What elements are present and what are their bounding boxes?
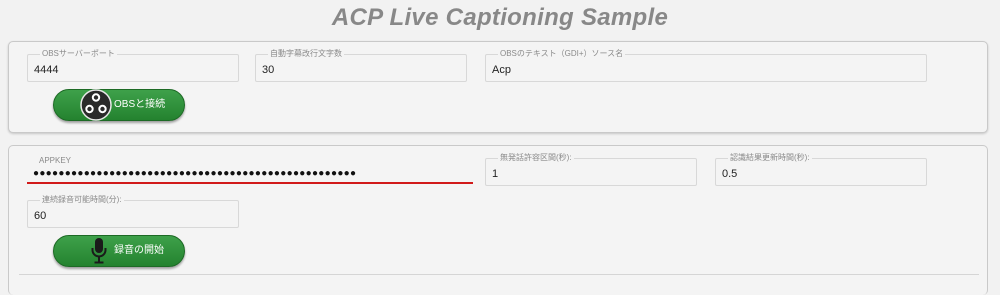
line-break-chars-value: 30: [262, 64, 275, 76]
obs-connect-label: OBSと接続: [114, 99, 166, 110]
obs-server-port-field[interactable]: OBSサーバーポート 4444: [27, 49, 239, 82]
obs-server-port-value: 4444: [34, 64, 59, 76]
obs-connect-button[interactable]: OBSと接続: [53, 89, 185, 121]
silence-interval-label: 無発話許容区間(秒):: [498, 153, 574, 163]
update-time-value: 0.5: [722, 168, 738, 180]
max-recording-time-value: 60: [34, 210, 47, 222]
update-time-field[interactable]: 認識結果更新時間(秒): 0.5: [715, 153, 927, 186]
appkey-field[interactable]: APPKEY ●●●●●●●●●●●●●●●●●●●●●●●●●●●●●●●●●…: [27, 156, 473, 184]
silence-interval-value: 1: [492, 168, 499, 180]
obs-server-port-label: OBSサーバーポート: [40, 49, 117, 59]
obs-text-source-value: Acp: [492, 64, 511, 76]
recognition-settings-panel: APPKEY ●●●●●●●●●●●●●●●●●●●●●●●●●●●●●●●●●…: [8, 145, 988, 295]
update-time-label: 認識結果更新時間(秒):: [728, 153, 812, 163]
obs-text-source-field[interactable]: OBSのテキスト（GDI+）ソース名 Acp: [485, 49, 927, 82]
appkey-masked-value: ●●●●●●●●●●●●●●●●●●●●●●●●●●●●●●●●●●●●●●●●…: [33, 168, 357, 179]
obs-settings-panel: OBSサーバーポート 4444 自動字幕改行文字数 30 OBSのテキスト（GD…: [8, 41, 988, 133]
silence-interval-field[interactable]: 無発話許容区間(秒): 1: [485, 153, 697, 186]
max-recording-time-label: 連続録音可能時間(分):: [40, 195, 124, 205]
obs-icon: [80, 89, 112, 121]
start-recording-button[interactable]: 録音の開始: [53, 235, 185, 267]
page-title: ACP Live Captioning Sample: [331, 4, 669, 31]
start-recording-label: 録音の開始: [114, 245, 164, 256]
obs-text-source-label: OBSのテキスト（GDI+）ソース名: [498, 49, 626, 59]
appkey-label: APPKEY: [39, 156, 72, 165]
line-break-chars-field[interactable]: 自動字幕改行文字数 30: [255, 49, 467, 82]
line-break-chars-label: 自動字幕改行文字数: [268, 49, 344, 59]
max-recording-time-field[interactable]: 連続録音可能時間(分): 60: [27, 195, 239, 228]
bottom-divider: [19, 274, 979, 275]
microphone-icon: [91, 238, 107, 264]
